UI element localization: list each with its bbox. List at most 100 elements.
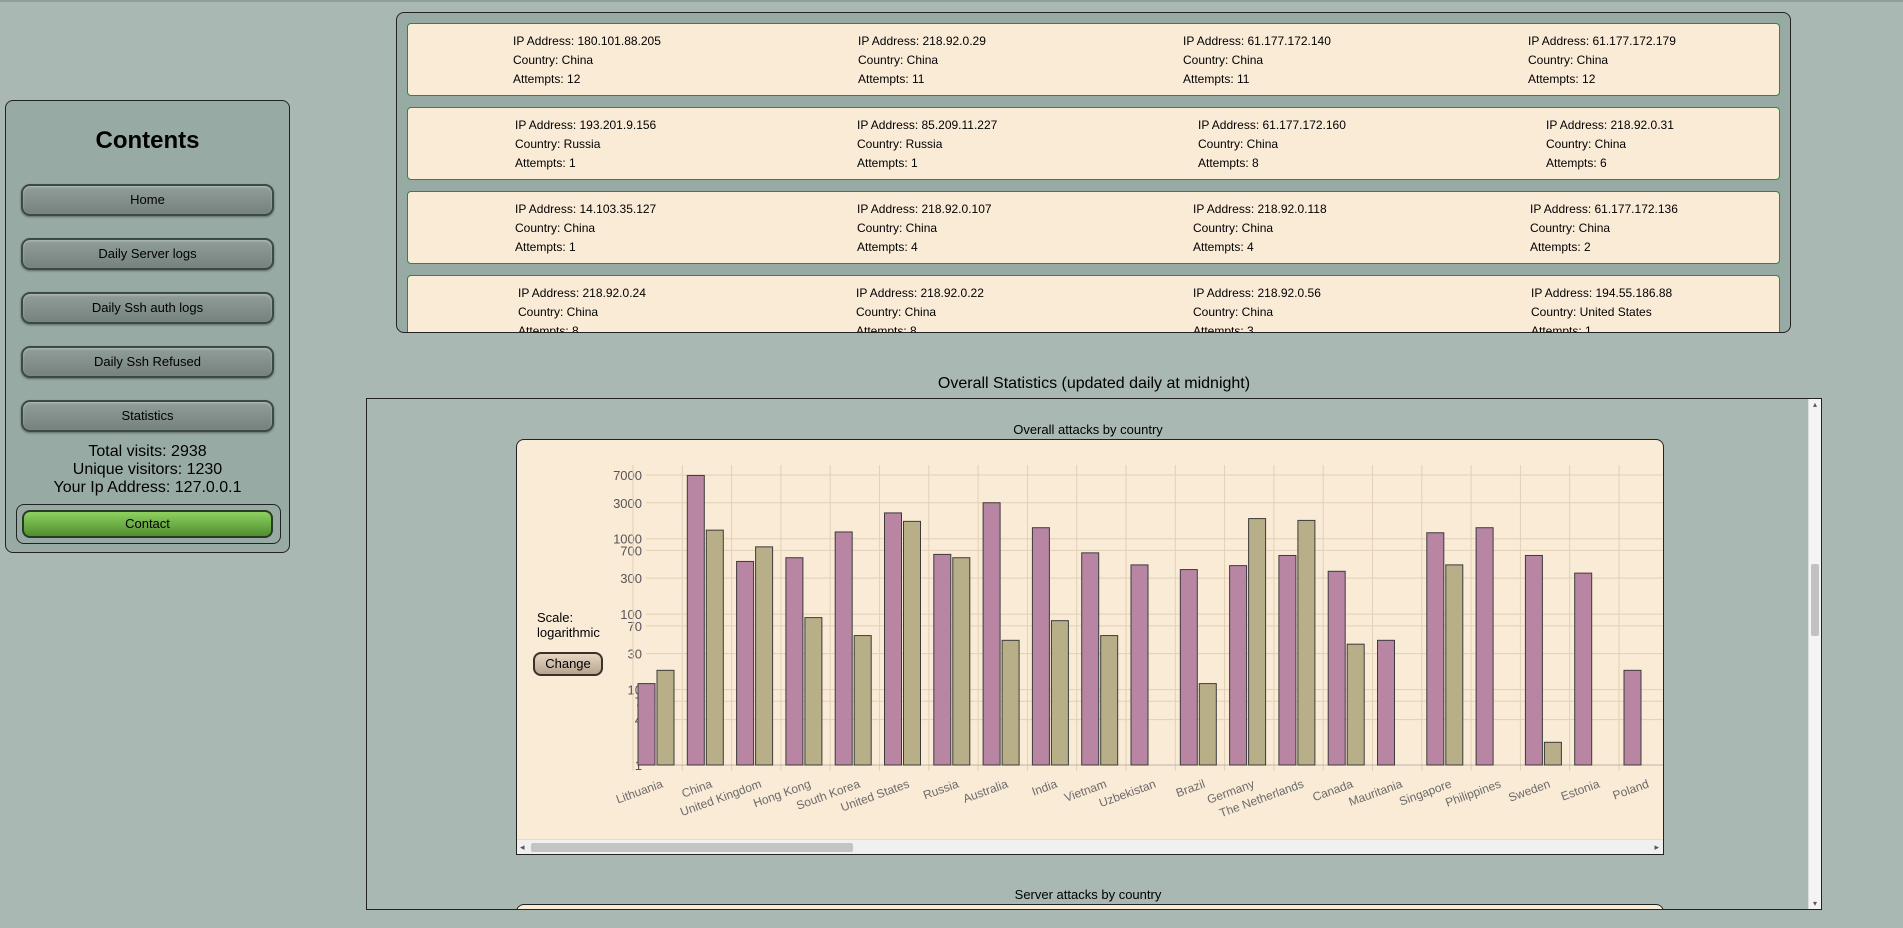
chart-svg: 147103070100300700100030007000LithuaniaC… <box>613 465 1663 820</box>
bar <box>1346 643 1365 766</box>
ip-country: Country: Russia <box>857 137 943 151</box>
nav-daily-ssh-refused-button[interactable]: Daily Ssh Refused <box>21 346 274 378</box>
x-tick-label: Mauritania <box>1347 777 1405 809</box>
ip-attempts: Attempts: 1 <box>515 240 576 254</box>
bar <box>952 557 971 766</box>
ip-address: IP Address: 180.101.88.205 <box>513 34 661 48</box>
ip-country: Country: China <box>518 305 599 319</box>
bar <box>1001 639 1020 766</box>
ip-attempts: Attempts: 1 <box>515 156 576 170</box>
bar <box>1524 554 1543 766</box>
contact-button[interactable]: Contact <box>22 510 273 538</box>
bar <box>1278 554 1297 766</box>
ip-country: Country: China <box>1546 137 1627 151</box>
x-tick-label: Poland <box>1611 777 1651 803</box>
ip-country: Country: China <box>1530 221 1611 235</box>
bar <box>686 474 705 766</box>
x-tick-label: Russia <box>921 777 961 803</box>
nav-home-button[interactable]: Home <box>21 184 274 216</box>
nav-daily-server-logs-button[interactable]: Daily Server logs <box>21 238 274 270</box>
bar <box>656 669 675 766</box>
bar <box>982 502 1001 766</box>
ip-country: Country: China <box>513 53 594 67</box>
x-tick-label: Sweden <box>1507 777 1553 805</box>
your-ip-address: Your Ip Address: 127.0.0.1 <box>53 479 242 496</box>
ip-address: IP Address: 194.55.186.88 <box>1531 286 1673 300</box>
bar <box>903 520 921 766</box>
bar <box>1574 572 1593 766</box>
ip-entry: IP Address: 14.103.35.127 Country: China A… <box>515 200 656 257</box>
sidebar: Contents Home Daily Server logs Daily Ss… <box>5 100 290 553</box>
chart-panel[interactable]: Scale: logarithmic Change 14710307010030… <box>516 439 1664 855</box>
x-tick-label: Estonia <box>1559 777 1602 804</box>
bar <box>933 553 952 766</box>
scroll-left-icon[interactable]: ◂ <box>520 840 525 854</box>
ip-attempts: Attempts: 4 <box>857 240 918 254</box>
ip-country: Country: China <box>1183 53 1264 67</box>
scroll-right-icon[interactable]: ▸ <box>1654 840 1659 854</box>
bar <box>1081 552 1100 766</box>
top-edge <box>0 0 1903 2</box>
bar <box>1031 527 1050 766</box>
bar <box>1229 565 1248 766</box>
bar <box>1543 741 1562 766</box>
ip-address: IP Address: 61.177.172.140 <box>1183 34 1331 48</box>
horizontal-scroll-thumb[interactable] <box>531 843 853 852</box>
bar <box>637 683 656 766</box>
ip-list-panel[interactable]: IP Address: 180.101.88.205 Country: China… <box>396 12 1791 333</box>
ip-address: IP Address: 61.177.172.136 <box>1530 202 1678 216</box>
bar <box>1377 639 1395 766</box>
total-visits: Total visits: 2938 <box>88 443 207 460</box>
ip-attempts: Attempts: 1 <box>1531 324 1592 333</box>
ip-address: IP Address: 14.103.35.127 <box>515 202 657 216</box>
bar <box>834 531 853 766</box>
vertical-scrollbar[interactable]: ▴ ▾ <box>1808 399 1821 909</box>
horizontal-scrollbar[interactable]: ◂ ▸ <box>517 839 1663 854</box>
ip-entry: IP Address: 85.209.11.227 Country: Russia… <box>857 116 997 173</box>
bar <box>1623 669 1642 766</box>
ip-attempts: Attempts: 12 <box>513 72 581 86</box>
ip-address: IP Address: 193.201.9.156 <box>515 118 657 132</box>
nav-daily-ssh-auth-logs-button[interactable]: Daily Ssh auth logs <box>21 292 274 324</box>
bar <box>1327 570 1346 766</box>
ip-country: Country: China <box>858 53 939 67</box>
bar <box>755 546 774 766</box>
ip-entry: IP Address: 218.92.0.56 Country: China Att… <box>1193 284 1321 333</box>
ip-address: IP Address: 218.92.0.56 <box>1193 286 1321 300</box>
y-tick-label: 1000 <box>613 532 642 547</box>
ip-entry: IP Address: 194.55.186.88 Country: United… <box>1531 284 1673 333</box>
scroll-up-icon[interactable]: ▴ <box>1809 400 1821 409</box>
ip-country: Country: Russia <box>515 137 601 151</box>
ip-entry: IP Address: 61.177.172.179 Country: China… <box>1528 32 1676 89</box>
y-tick-label: 3000 <box>613 496 642 511</box>
y-tick-label: 30 <box>628 647 642 662</box>
ip-address: IP Address: 218.92.0.24 <box>518 286 646 300</box>
bar <box>1248 518 1267 766</box>
bar <box>1198 683 1217 766</box>
chart2-title: Server attacks by country <box>1014 887 1162 902</box>
statistics-scroll-area[interactable]: Overall attacks by country Scale: logari… <box>366 398 1822 910</box>
ip-address: IP Address: 61.177.172.179 <box>1528 34 1676 48</box>
bar <box>884 512 902 766</box>
ip-attempts: Attempts: 3 <box>1193 324 1254 333</box>
ip-country: Country: China <box>1193 221 1274 235</box>
ip-row: IP Address: 14.103.35.127 Country: China A… <box>407 191 1780 264</box>
bar <box>736 560 755 766</box>
x-tick-label: India <box>1030 777 1060 799</box>
ip-country: Country: United States <box>1531 305 1652 319</box>
ip-entry: IP Address: 218.92.0.31 Country: China Att… <box>1546 116 1674 173</box>
bar <box>1130 564 1149 766</box>
bar <box>1426 532 1445 766</box>
ip-address: IP Address: 61.177.172.160 <box>1198 118 1346 132</box>
ip-row: IP Address: 180.101.88.205 Country: China… <box>407 23 1780 96</box>
x-tick-label: Philippines <box>1443 777 1502 810</box>
scroll-down-icon[interactable]: ▾ <box>1809 899 1821 908</box>
ip-country: Country: China <box>1198 137 1279 151</box>
bar <box>1475 527 1494 766</box>
sidebar-title: Contents <box>95 127 200 154</box>
nav-statistics-button[interactable]: Statistics <box>21 400 274 432</box>
ip-entry: IP Address: 218.92.0.24 Country: China Att… <box>518 284 646 332</box>
ip-entry: IP Address: 218.92.0.118 Country: China At… <box>1193 200 1327 257</box>
x-tick-label: Australia <box>961 777 1010 806</box>
vertical-scroll-thumb[interactable] <box>1811 564 1819 636</box>
